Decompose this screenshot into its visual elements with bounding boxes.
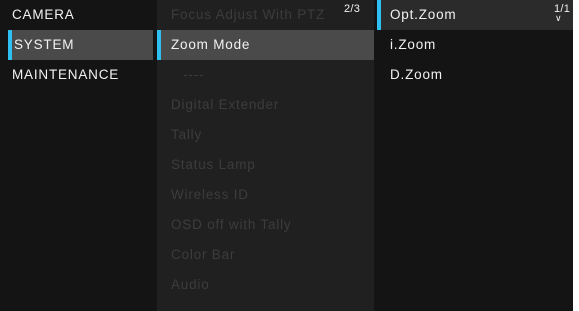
menu-item-label: Status Lamp — [171, 157, 256, 172]
page-indicator: 2/3 — [344, 3, 361, 15]
menu-item-label: ---- — [183, 67, 205, 82]
option-label: i.Zoom — [390, 37, 437, 52]
menu-item-system[interactable]: SYSTEM — [8, 30, 153, 60]
menu-item-digital-extender: Digital Extender — [157, 90, 374, 120]
menu-item-label: SYSTEM — [14, 37, 75, 52]
option-label: D.Zoom — [390, 67, 443, 82]
menu-item-label: Digital Extender — [171, 97, 280, 112]
menu-item-label: Zoom Mode — [171, 37, 251, 52]
menu-item-camera[interactable]: CAMERA — [8, 0, 153, 30]
zoom-mode-options: Opt.Zoom i.Zoom D.Zoom — [377, 0, 573, 311]
menu-item-color-bar: Color Bar — [157, 240, 374, 270]
menu-item-label: Tally — [171, 127, 203, 142]
chevron-down-icon: ∨ — [555, 13, 562, 23]
menu-item-osd-off-with-tally: OSD off with Tally — [157, 210, 374, 240]
option-label: Opt.Zoom — [390, 7, 457, 22]
menu-item-label: Wireless ID — [171, 187, 249, 202]
menu-item-tally: Tally — [157, 120, 374, 150]
menu-item-label: Color Bar — [171, 247, 236, 262]
menu-item-label: CAMERA — [12, 7, 75, 22]
menu-item-label: Focus Adjust With PTZ — [171, 7, 326, 22]
menu-item-wireless-id: Wireless ID — [157, 180, 374, 210]
menu-item-focus-adjust-with-ptz: Focus Adjust With PTZ — [157, 0, 374, 30]
menu-item-audio: Audio — [157, 270, 374, 300]
menu-item-status-lamp: Status Lamp — [157, 150, 374, 180]
menu-item-label: OSD off with Tally — [171, 217, 292, 232]
option-opt-zoom[interactable]: Opt.Zoom — [377, 0, 573, 30]
osd-menu-screen: CAMERA SYSTEM MAINTENANCE Focus Adjust W… — [0, 0, 573, 311]
menu-item-label: Audio — [171, 277, 210, 292]
option-i-zoom[interactable]: i.Zoom — [377, 30, 573, 60]
system-submenu: Focus Adjust With PTZ Zoom Mode ---- Dig… — [157, 0, 374, 311]
menu-item-label: MAINTENANCE — [12, 67, 120, 82]
menu-item-zoom-mode[interactable]: Zoom Mode — [157, 30, 374, 60]
menu-item-maintenance[interactable]: MAINTENANCE — [8, 60, 153, 90]
option-d-zoom[interactable]: D.Zoom — [377, 60, 573, 90]
menu-item-separator: ---- — [157, 60, 374, 90]
top-menu: CAMERA SYSTEM MAINTENANCE — [8, 0, 153, 311]
